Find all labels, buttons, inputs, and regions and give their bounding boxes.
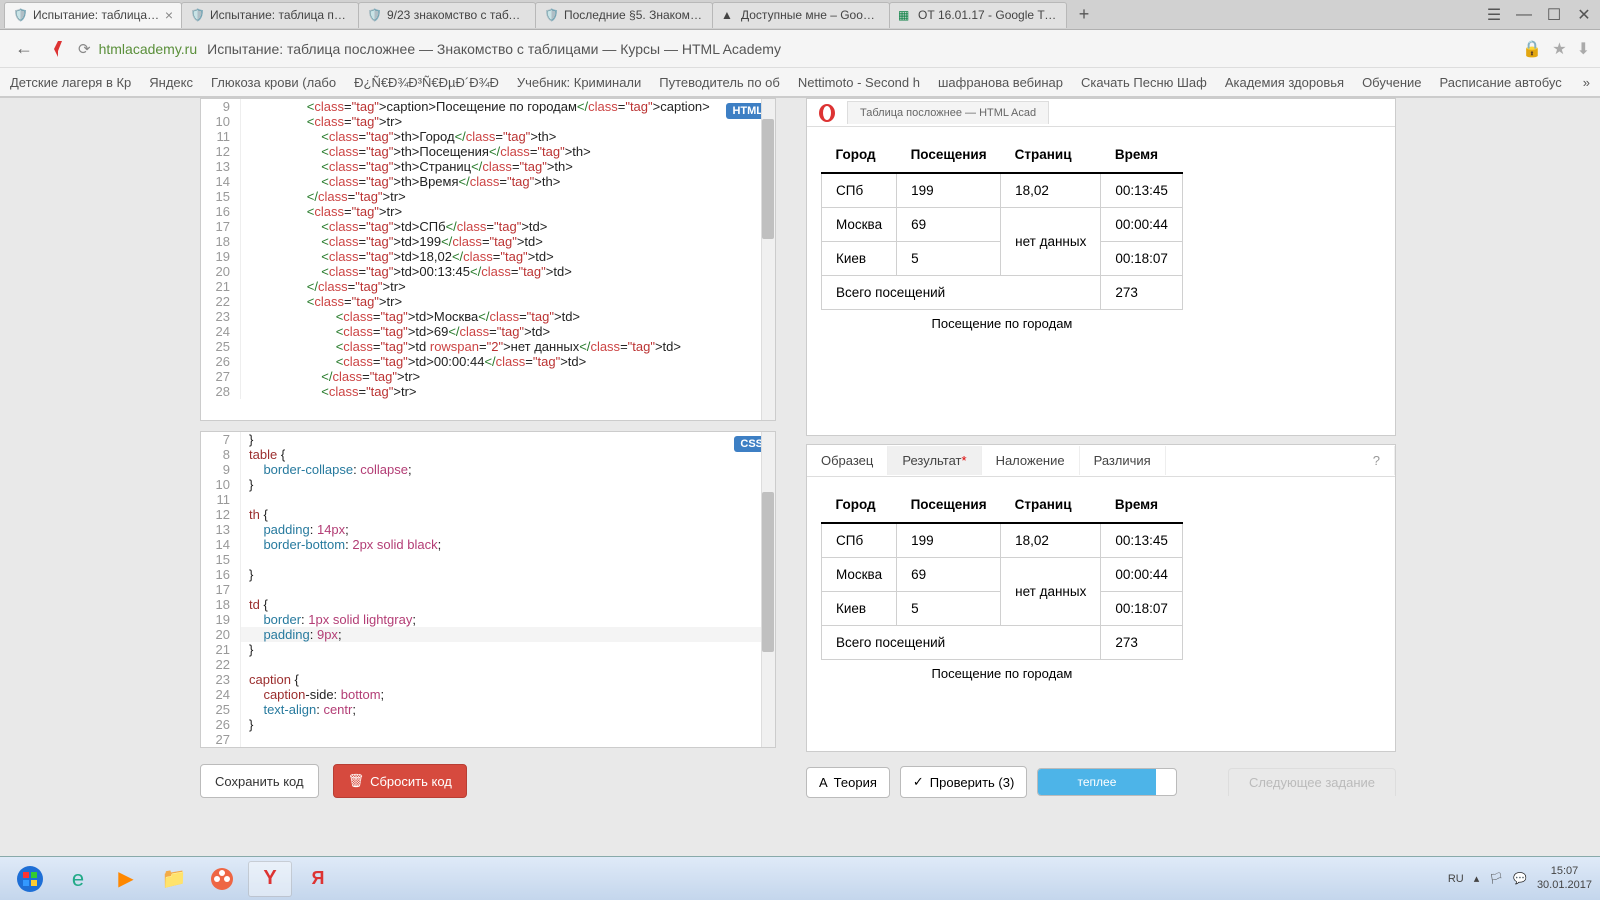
browser-tab-4[interactable]: ▲Доступные мне – Google Д <box>712 2 890 28</box>
yandex-browser-icon[interactable]: Y <box>248 861 292 897</box>
save-code-button[interactable]: Сохранить код <box>200 764 319 798</box>
bookmark-overflow-icon[interactable]: » <box>1583 75 1590 90</box>
preview-pane: Таблица посложнее — HTML Acad Посещение … <box>806 98 1396 436</box>
lang-indicator[interactable]: RU <box>1448 873 1464 885</box>
download-icon[interactable]: ⬇ <box>1577 39 1590 59</box>
shield-icon: 🛡️ <box>544 8 558 22</box>
opera-icon <box>817 103 837 123</box>
gsheets-icon: ▦ <box>898 8 912 22</box>
preview-table: Посещение по городам ГородПосещенияСтран… <box>821 137 1183 331</box>
progress-bar: теплее <box>1037 768 1177 796</box>
browser-tab-3[interactable]: 🛡️Последние §5. Знакомство <box>535 2 713 28</box>
bookmark-item[interactable]: Яндекс <box>149 75 193 90</box>
theory-button[interactable]: AТеория <box>806 767 890 798</box>
clock[interactable]: 15:0730.01.2017 <box>1537 865 1592 891</box>
next-task-button[interactable]: Следующее задание <box>1228 768 1396 796</box>
bookmark-item[interactable]: Детские лагеря в Кр <box>10 75 131 90</box>
flag-icon[interactable]: 🏳 <box>1489 872 1503 885</box>
bookmark-item[interactable]: шафранова вебинар <box>938 75 1063 90</box>
browser-tab-1[interactable]: 🛡️Испытание: таблица посло <box>181 2 359 28</box>
shield-icon: 🛡️ <box>190 8 204 22</box>
help-icon[interactable]: ? <box>1359 446 1395 475</box>
media-player-icon[interactable]: ▶ <box>104 861 148 897</box>
url-title: Испытание: таблица посложнее — Знакомств… <box>207 41 1522 57</box>
close-icon[interactable]: × <box>165 7 173 23</box>
tab-result[interactable]: Результат* <box>888 446 981 475</box>
explorer-icon[interactable]: 📁 <box>152 861 196 897</box>
trash-icon: 🗑 <box>348 773 365 789</box>
bookmark-item[interactable]: Обучение <box>1362 75 1421 90</box>
bookmark-item[interactable]: Академия здоровья <box>1225 75 1344 90</box>
shield-icon: 🛡️ <box>367 8 381 22</box>
scrollbar[interactable] <box>761 432 775 747</box>
browser-tab-strip: 🛡️Испытание: таблица пос× 🛡️Испытание: т… <box>0 0 1600 30</box>
tray-up-icon[interactable]: ▴ <box>1474 872 1480 885</box>
close-icon[interactable]: ✕ <box>1572 3 1596 27</box>
check-icon: ✓ <box>913 774 924 790</box>
reload-icon[interactable]: ⟳ <box>78 40 91 58</box>
result-pane: Образец Результат* Наложение Различия ? … <box>806 444 1396 752</box>
bookmark-item[interactable]: Глюкоза крови (лабо <box>211 75 336 90</box>
bookmark-item[interactable]: Расписание автобус <box>1440 75 1562 90</box>
check-button[interactable]: ✓Проверить (3) <box>900 766 1027 798</box>
browser-tab-5[interactable]: ▦ОТ 16.01.17 - Google Табли <box>889 2 1067 28</box>
start-button[interactable] <box>8 861 52 897</box>
preview-tab-name: Таблица посложнее — HTML Acad <box>847 101 1049 124</box>
action-center-icon[interactable]: 💬 <box>1513 872 1527 885</box>
result-table: Посещение по городам ГородПосещенияСтран… <box>821 487 1183 681</box>
address-bar: ← ⟳ htmlacademy.ru Испытание: таблица по… <box>0 30 1600 68</box>
browser-tab-0[interactable]: 🛡️Испытание: таблица пос× <box>4 2 182 28</box>
gdrive-icon: ▲ <box>721 8 735 22</box>
ie-icon[interactable]: e <box>56 861 100 897</box>
bookmark-item[interactable]: Đ¿Ñ€Đ¾Đ³Ñ€ĐµĐ´Đ¾Đ <box>354 75 499 90</box>
tab-overlay[interactable]: Наложение <box>982 446 1080 475</box>
star-icon[interactable]: ★ <box>1552 39 1566 59</box>
browser-tab-2[interactable]: 🛡️9/23 знакомство с таблица <box>358 2 536 28</box>
tab-sample[interactable]: Образец <box>807 446 888 475</box>
bookmark-item[interactable]: Учебник: Криминали <box>517 75 641 90</box>
menu-icon[interactable]: ☰ <box>1482 3 1506 27</box>
html-editor[interactable]: HTML 9 <class="tag">caption>Посещение по… <box>200 98 776 421</box>
lock-icon[interactable]: 🔒 <box>1522 39 1542 59</box>
minimize-icon[interactable]: — <box>1512 3 1536 27</box>
yandex-icon[interactable]: Я <box>296 861 340 897</box>
tab-diff[interactable]: Различия <box>1080 446 1166 475</box>
url-host[interactable]: htmlacademy.ru <box>99 41 198 57</box>
reset-code-button[interactable]: 🗑Сбросить код <box>333 764 467 798</box>
table-caption: Посещение по городам <box>821 660 1183 681</box>
bookmark-item[interactable]: Путеводитель по об <box>659 75 780 90</box>
app-icon[interactable] <box>200 861 244 897</box>
css-editor[interactable]: CSS 7}8table {9 border-collapse: collaps… <box>200 431 776 748</box>
bookmarks-bar: Детские лагеря в Кр Яндекс Глюкоза крови… <box>0 68 1600 98</box>
font-icon: A <box>819 775 828 790</box>
bookmark-item[interactable]: Nettimoto - Second h <box>798 75 920 90</box>
bookmark-item[interactable]: Скачать Песню Шаф <box>1081 75 1207 90</box>
windows-taskbar: e ▶ 📁 Y Я RU ▴ 🏳 💬 15:0730.01.2017 <box>0 856 1600 900</box>
new-tab-button[interactable]: + <box>1072 3 1096 27</box>
table-caption: Посещение по городам <box>821 310 1183 331</box>
back-button[interactable]: ← <box>10 35 38 63</box>
yandex-logo-icon[interactable] <box>48 39 68 59</box>
shield-icon: 🛡️ <box>13 8 27 22</box>
scrollbar[interactable] <box>761 99 775 420</box>
maximize-icon[interactable]: ☐ <box>1542 3 1566 27</box>
